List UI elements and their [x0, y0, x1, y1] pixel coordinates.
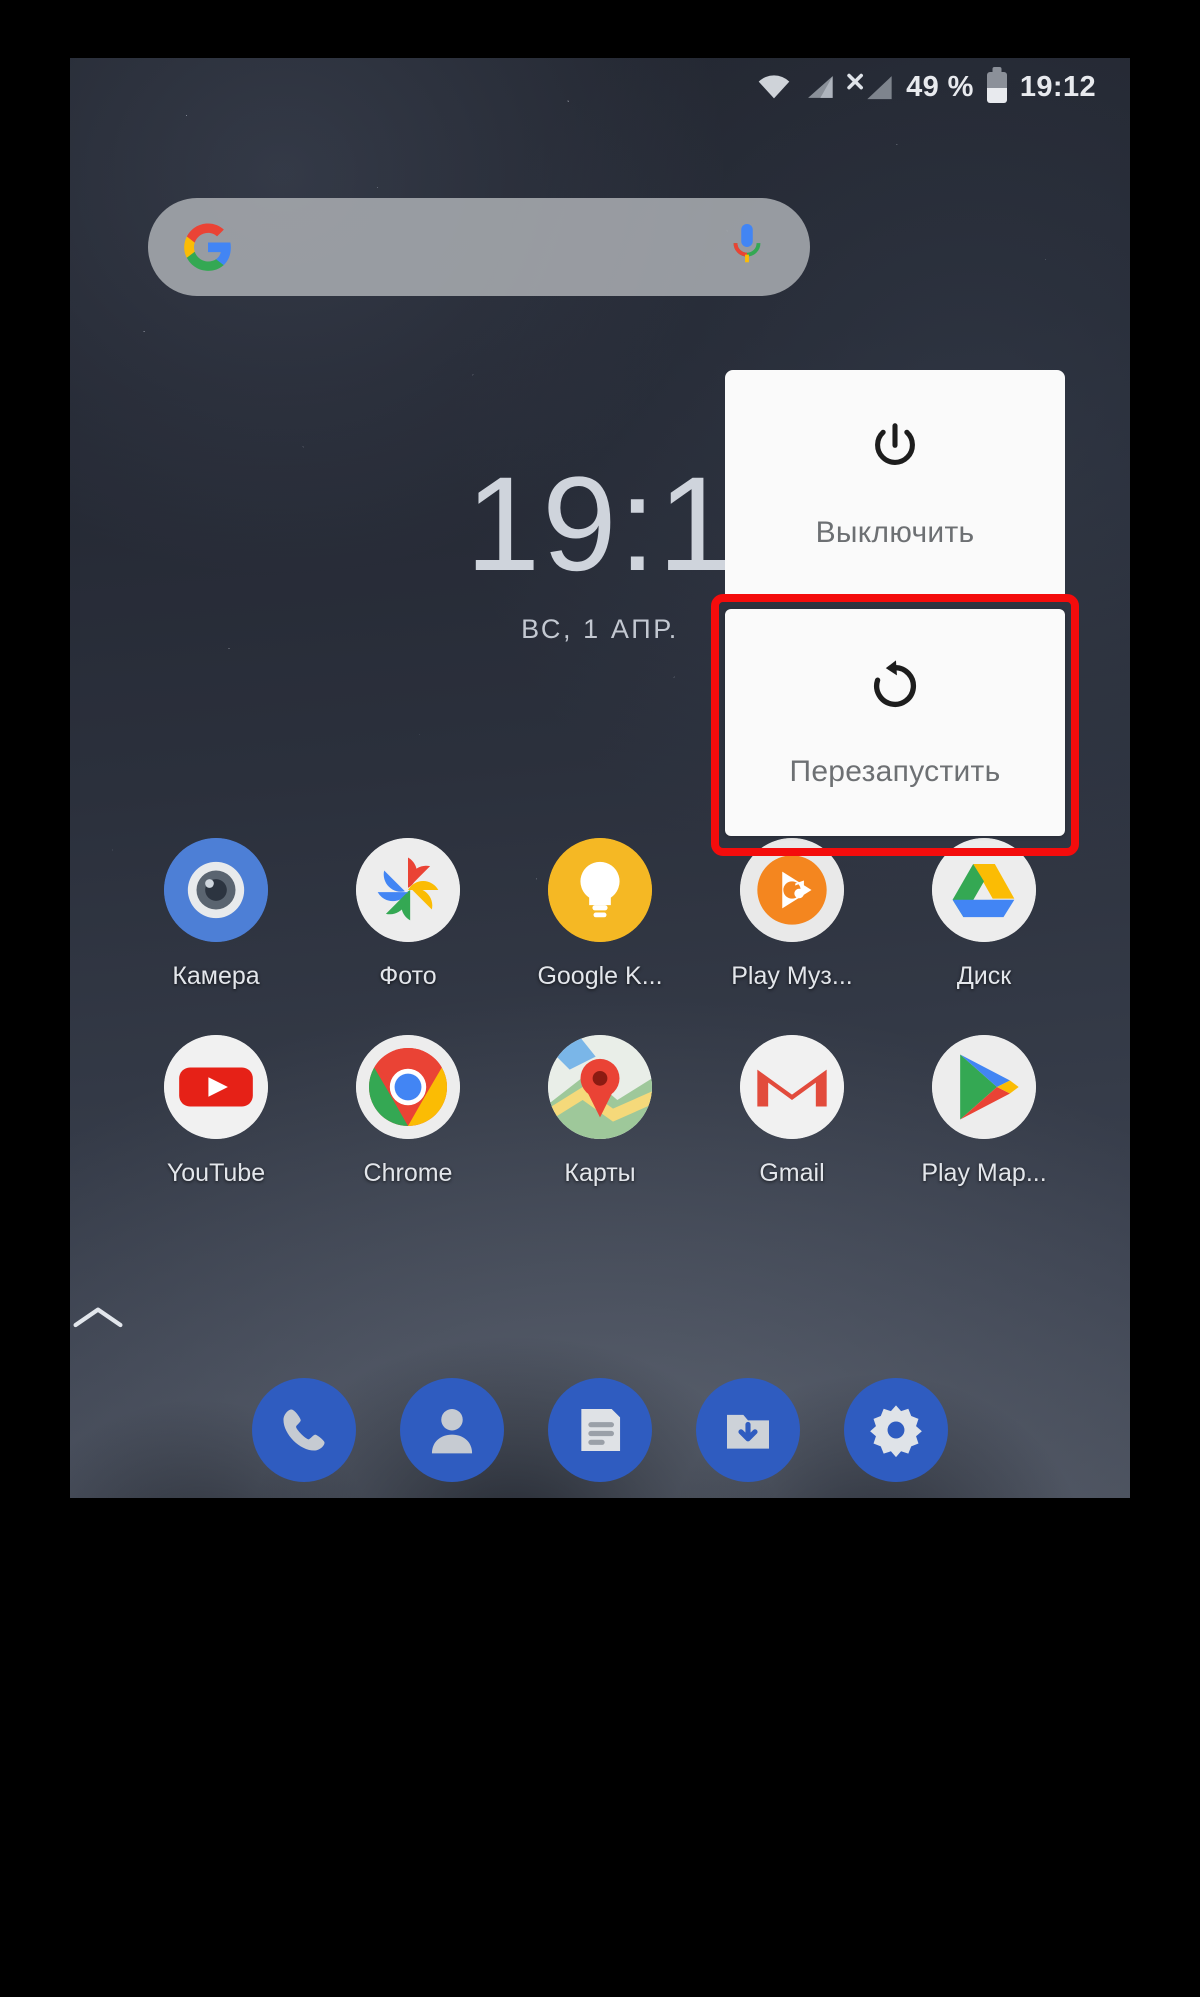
power-icon: [866, 418, 924, 476]
battery-half-icon: [986, 71, 1007, 103]
app-label: YouTube: [166, 1159, 266, 1187]
power-menu: Выключить Перезапустить: [711, 370, 1079, 856]
app-item-play-store[interactable]: Play Мар...: [910, 1035, 1058, 1188]
phone-screen: 49 % 19:12 19:1 ВС, 1 АПР. Выключить Пер…: [70, 58, 1130, 1498]
settings-gear-icon[interactable]: [844, 1378, 948, 1482]
power-menu-item-restart[interactable]: Перезапустить: [725, 609, 1065, 836]
microphone-icon[interactable]: [724, 221, 776, 273]
gmail-icon: [740, 1035, 844, 1139]
app-label: Камера: [172, 962, 260, 990]
youtube-icon: [164, 1035, 268, 1139]
screenshot-root: 49 % 19:12 19:1 ВС, 1 АПР. Выключить Пер…: [0, 0, 1200, 1997]
dock: [70, 1378, 1130, 1482]
app-item-drive[interactable]: Диск: [910, 838, 1058, 991]
google-photos-icon: [356, 838, 460, 942]
messages-icon[interactable]: [548, 1378, 652, 1482]
app-row-2: YouTube Chrome Карты Gmail Play Мар...: [70, 1035, 1130, 1188]
app-label: Фото: [379, 962, 437, 990]
app-item-maps[interactable]: Карты: [526, 1035, 674, 1188]
contacts-icon[interactable]: [400, 1378, 504, 1482]
chrome-icon: [356, 1035, 460, 1139]
app-item-youtube[interactable]: YouTube: [142, 1035, 290, 1188]
google-keep-icon: [548, 838, 652, 942]
wifi-icon: [757, 74, 791, 100]
app-item-camera[interactable]: Камера: [142, 838, 290, 991]
power-menu-shutdown-label: Выключить: [815, 515, 975, 549]
files-downloads-icon[interactable]: [696, 1378, 800, 1482]
signal-no-service-icon: [847, 73, 893, 101]
app-label: Карты: [564, 1159, 636, 1187]
signal-bars-icon: [804, 74, 834, 100]
status-bar: 49 % 19:12: [70, 58, 1130, 116]
app-label: Play Муз...: [731, 962, 853, 990]
power-menu-restart-label: Перезапустить: [789, 754, 1001, 788]
power-menu-item-shutdown[interactable]: Выключить: [725, 370, 1065, 597]
restart-icon: [866, 657, 924, 715]
google-search-bar[interactable]: [148, 198, 810, 296]
play-store-icon: [932, 1035, 1036, 1139]
camera-icon: [164, 838, 268, 942]
app-label: Google K...: [537, 962, 663, 990]
battery-percent-label: 49 %: [906, 70, 974, 103]
app-label: Play Мар...: [921, 1159, 1047, 1187]
app-item-google-keep[interactable]: Google K...: [526, 838, 674, 991]
phone-icon[interactable]: [252, 1378, 356, 1482]
app-label: Chrome: [363, 1159, 453, 1187]
app-item-photos[interactable]: Фото: [334, 838, 482, 991]
status-bar-time: 19:12: [1019, 70, 1096, 103]
app-row-1: Камера Фото Google K... Play Муз... Диск: [70, 838, 1130, 991]
app-grid: Камера Фото Google K... Play Муз... Диск…: [70, 838, 1130, 1232]
app-item-play-music[interactable]: Play Муз...: [718, 838, 866, 991]
chevron-up-icon[interactable]: [70, 1303, 1130, 1333]
app-label: Диск: [956, 962, 1012, 990]
google-g-icon: [182, 221, 234, 273]
app-label: Gmail: [759, 1159, 825, 1187]
app-item-gmail[interactable]: Gmail: [718, 1035, 866, 1188]
google-maps-icon: [548, 1035, 652, 1139]
app-item-chrome[interactable]: Chrome: [334, 1035, 482, 1188]
